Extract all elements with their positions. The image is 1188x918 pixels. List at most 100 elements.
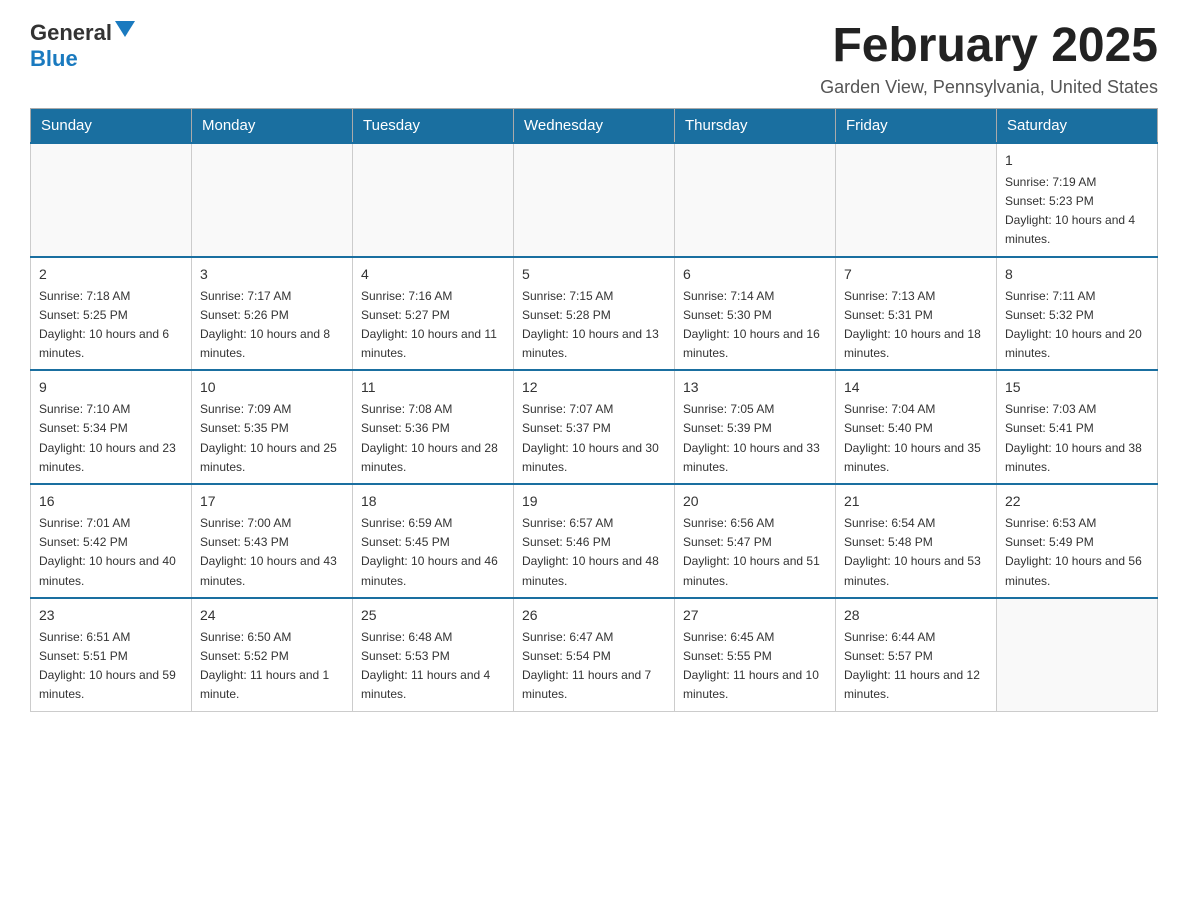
- calendar-cell: 8Sunrise: 7:11 AMSunset: 5:32 PMDaylight…: [997, 257, 1158, 371]
- calendar-week-row: 9Sunrise: 7:10 AMSunset: 5:34 PMDaylight…: [31, 370, 1158, 484]
- day-info: Sunrise: 7:04 AMSunset: 5:40 PMDaylight:…: [844, 400, 988, 477]
- day-number: 17: [200, 491, 344, 512]
- calendar-cell: [514, 143, 675, 257]
- day-number: 9: [39, 377, 183, 398]
- day-info: Sunrise: 7:05 AMSunset: 5:39 PMDaylight:…: [683, 400, 827, 477]
- calendar-cell: 3Sunrise: 7:17 AMSunset: 5:26 PMDaylight…: [192, 257, 353, 371]
- day-info: Sunrise: 6:45 AMSunset: 5:55 PMDaylight:…: [683, 628, 827, 705]
- day-number: 25: [361, 605, 505, 626]
- calendar-cell: 22Sunrise: 6:53 AMSunset: 5:49 PMDayligh…: [997, 484, 1158, 598]
- calendar-cell: 11Sunrise: 7:08 AMSunset: 5:36 PMDayligh…: [353, 370, 514, 484]
- day-number: 6: [683, 264, 827, 285]
- day-number: 27: [683, 605, 827, 626]
- day-info: Sunrise: 7:18 AMSunset: 5:25 PMDaylight:…: [39, 287, 183, 364]
- title-area: February 2025 Garden View, Pennsylvania,…: [820, 20, 1158, 98]
- day-number: 21: [844, 491, 988, 512]
- day-number: 5: [522, 264, 666, 285]
- header-saturday: Saturday: [997, 108, 1158, 143]
- calendar-cell: 5Sunrise: 7:15 AMSunset: 5:28 PMDaylight…: [514, 257, 675, 371]
- day-number: 24: [200, 605, 344, 626]
- day-number: 2: [39, 264, 183, 285]
- day-number: 3: [200, 264, 344, 285]
- header-monday: Monday: [192, 108, 353, 143]
- day-info: Sunrise: 6:53 AMSunset: 5:49 PMDaylight:…: [1005, 514, 1149, 591]
- day-info: Sunrise: 6:47 AMSunset: 5:54 PMDaylight:…: [522, 628, 666, 705]
- day-info: Sunrise: 6:50 AMSunset: 5:52 PMDaylight:…: [200, 628, 344, 705]
- day-info: Sunrise: 7:01 AMSunset: 5:42 PMDaylight:…: [39, 514, 183, 591]
- header-sunday: Sunday: [31, 108, 192, 143]
- day-info: Sunrise: 7:10 AMSunset: 5:34 PMDaylight:…: [39, 400, 183, 477]
- calendar-cell: 25Sunrise: 6:48 AMSunset: 5:53 PMDayligh…: [353, 598, 514, 711]
- calendar-cell: 23Sunrise: 6:51 AMSunset: 5:51 PMDayligh…: [31, 598, 192, 711]
- calendar-cell: 26Sunrise: 6:47 AMSunset: 5:54 PMDayligh…: [514, 598, 675, 711]
- day-info: Sunrise: 7:03 AMSunset: 5:41 PMDaylight:…: [1005, 400, 1149, 477]
- day-info: Sunrise: 7:09 AMSunset: 5:35 PMDaylight:…: [200, 400, 344, 477]
- day-info: Sunrise: 7:15 AMSunset: 5:28 PMDaylight:…: [522, 287, 666, 364]
- calendar-cell: 10Sunrise: 7:09 AMSunset: 5:35 PMDayligh…: [192, 370, 353, 484]
- calendar-cell: 14Sunrise: 7:04 AMSunset: 5:40 PMDayligh…: [836, 370, 997, 484]
- header-friday: Friday: [836, 108, 997, 143]
- day-info: Sunrise: 7:16 AMSunset: 5:27 PMDaylight:…: [361, 287, 505, 364]
- calendar-cell: [192, 143, 353, 257]
- logo-general-text: General: [30, 20, 112, 46]
- calendar-week-row: 2Sunrise: 7:18 AMSunset: 5:25 PMDaylight…: [31, 257, 1158, 371]
- calendar-cell: 12Sunrise: 7:07 AMSunset: 5:37 PMDayligh…: [514, 370, 675, 484]
- calendar-cell: [31, 143, 192, 257]
- header-wednesday: Wednesday: [514, 108, 675, 143]
- calendar-cell: 24Sunrise: 6:50 AMSunset: 5:52 PMDayligh…: [192, 598, 353, 711]
- day-number: 8: [1005, 264, 1149, 285]
- day-number: 16: [39, 491, 183, 512]
- calendar-cell: 19Sunrise: 6:57 AMSunset: 5:46 PMDayligh…: [514, 484, 675, 598]
- day-info: Sunrise: 6:56 AMSunset: 5:47 PMDaylight:…: [683, 514, 827, 591]
- day-info: Sunrise: 6:48 AMSunset: 5:53 PMDaylight:…: [361, 628, 505, 705]
- day-info: Sunrise: 7:13 AMSunset: 5:31 PMDaylight:…: [844, 287, 988, 364]
- calendar-cell: 1Sunrise: 7:19 AMSunset: 5:23 PMDaylight…: [997, 143, 1158, 257]
- day-number: 19: [522, 491, 666, 512]
- day-number: 28: [844, 605, 988, 626]
- location-title: Garden View, Pennsylvania, United States: [820, 77, 1158, 98]
- calendar-cell: 15Sunrise: 7:03 AMSunset: 5:41 PMDayligh…: [997, 370, 1158, 484]
- day-info: Sunrise: 6:59 AMSunset: 5:45 PMDaylight:…: [361, 514, 505, 591]
- day-info: Sunrise: 7:14 AMSunset: 5:30 PMDaylight:…: [683, 287, 827, 364]
- day-number: 11: [361, 377, 505, 398]
- day-number: 12: [522, 377, 666, 398]
- logo-arrow-icon: [115, 21, 135, 46]
- calendar-cell: 17Sunrise: 7:00 AMSunset: 5:43 PMDayligh…: [192, 484, 353, 598]
- header-thursday: Thursday: [675, 108, 836, 143]
- calendar-cell: [675, 143, 836, 257]
- day-number: 13: [683, 377, 827, 398]
- day-info: Sunrise: 6:57 AMSunset: 5:46 PMDaylight:…: [522, 514, 666, 591]
- calendar-cell: 7Sunrise: 7:13 AMSunset: 5:31 PMDaylight…: [836, 257, 997, 371]
- calendar-cell: 2Sunrise: 7:18 AMSunset: 5:25 PMDaylight…: [31, 257, 192, 371]
- calendar-cell: 27Sunrise: 6:45 AMSunset: 5:55 PMDayligh…: [675, 598, 836, 711]
- calendar-week-row: 23Sunrise: 6:51 AMSunset: 5:51 PMDayligh…: [31, 598, 1158, 711]
- page-header: General Blue February 2025 Garden View, …: [30, 20, 1158, 98]
- day-number: 23: [39, 605, 183, 626]
- calendar-cell: 13Sunrise: 7:05 AMSunset: 5:39 PMDayligh…: [675, 370, 836, 484]
- day-number: 7: [844, 264, 988, 285]
- header-tuesday: Tuesday: [353, 108, 514, 143]
- day-info: Sunrise: 7:07 AMSunset: 5:37 PMDaylight:…: [522, 400, 666, 477]
- logo-blue-text: Blue: [30, 46, 78, 71]
- day-info: Sunrise: 7:08 AMSunset: 5:36 PMDaylight:…: [361, 400, 505, 477]
- day-info: Sunrise: 7:11 AMSunset: 5:32 PMDaylight:…: [1005, 287, 1149, 364]
- calendar-cell: 18Sunrise: 6:59 AMSunset: 5:45 PMDayligh…: [353, 484, 514, 598]
- month-title: February 2025: [820, 20, 1158, 73]
- calendar-cell: 4Sunrise: 7:16 AMSunset: 5:27 PMDaylight…: [353, 257, 514, 371]
- calendar-cell: [997, 598, 1158, 711]
- day-info: Sunrise: 6:44 AMSunset: 5:57 PMDaylight:…: [844, 628, 988, 705]
- calendar-cell: 6Sunrise: 7:14 AMSunset: 5:30 PMDaylight…: [675, 257, 836, 371]
- day-info: Sunrise: 6:51 AMSunset: 5:51 PMDaylight:…: [39, 628, 183, 705]
- day-number: 22: [1005, 491, 1149, 512]
- day-number: 1: [1005, 150, 1149, 171]
- calendar-table: Sunday Monday Tuesday Wednesday Thursday…: [30, 108, 1158, 712]
- day-info: Sunrise: 7:17 AMSunset: 5:26 PMDaylight:…: [200, 287, 344, 364]
- day-number: 26: [522, 605, 666, 626]
- day-info: Sunrise: 7:00 AMSunset: 5:43 PMDaylight:…: [200, 514, 344, 591]
- calendar-cell: 9Sunrise: 7:10 AMSunset: 5:34 PMDaylight…: [31, 370, 192, 484]
- calendar-header-row: Sunday Monday Tuesday Wednesday Thursday…: [31, 108, 1158, 143]
- calendar-cell: 21Sunrise: 6:54 AMSunset: 5:48 PMDayligh…: [836, 484, 997, 598]
- calendar-cell: [353, 143, 514, 257]
- calendar-cell: 16Sunrise: 7:01 AMSunset: 5:42 PMDayligh…: [31, 484, 192, 598]
- day-number: 14: [844, 377, 988, 398]
